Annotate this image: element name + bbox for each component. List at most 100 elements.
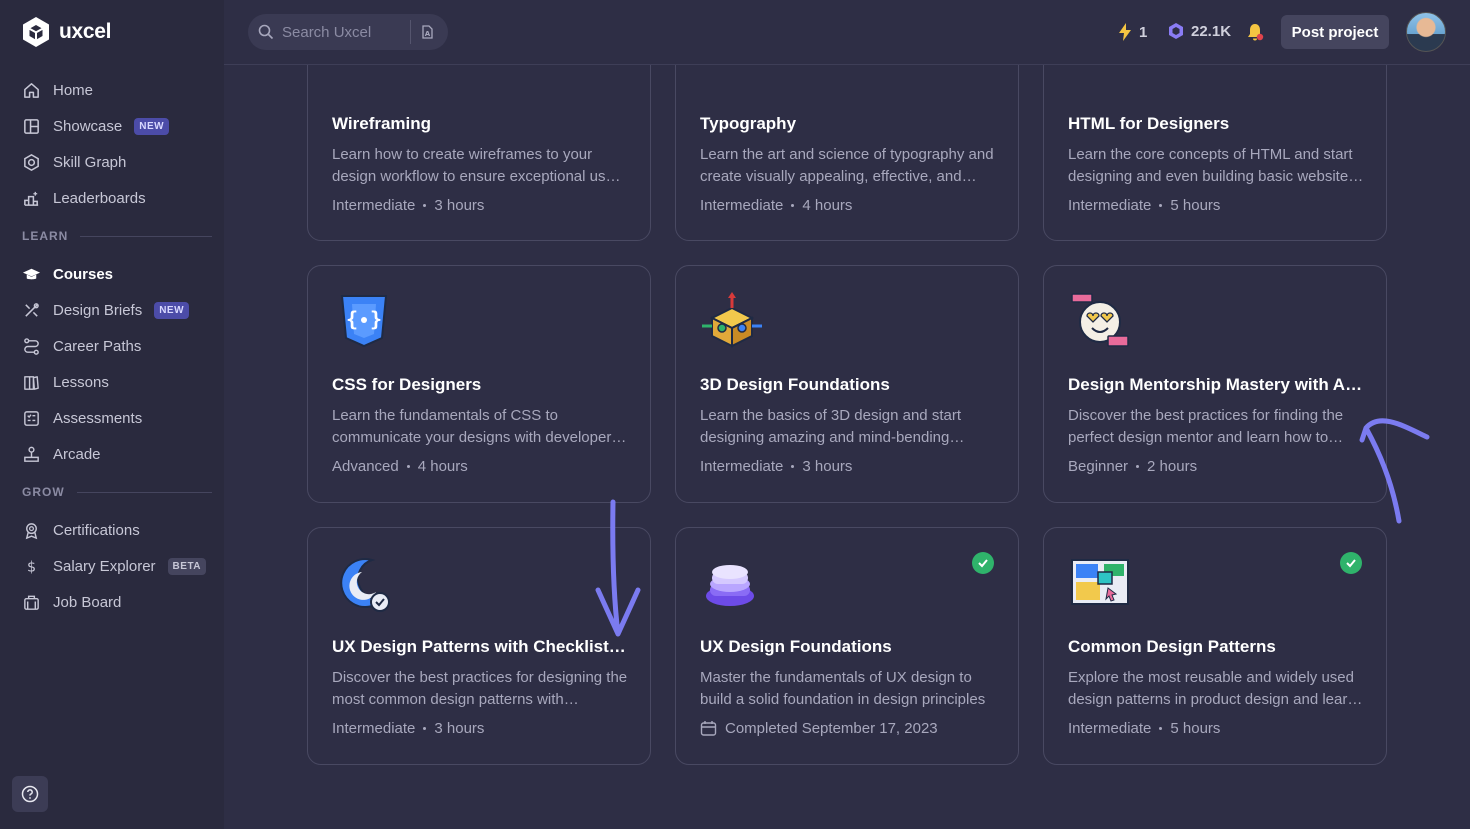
course-description: Learn how to create wireframes to your d… <box>332 146 619 185</box>
course-title: 3D Design Foundations <box>700 375 890 394</box>
xp-counter[interactable]: 22.1K <box>1167 22 1231 40</box>
course-meta: Intermediate 3 hours <box>700 458 852 475</box>
sidebar-item-label: Design Briefs <box>53 301 143 319</box>
course-duration: 3 hours <box>802 458 853 475</box>
sidebar-item-career-paths[interactable]: Career Paths <box>12 328 212 364</box>
user-avatar[interactable] <box>1406 12 1446 52</box>
joystick-icon <box>24 446 39 462</box>
brand-name: uxcel <box>59 20 112 43</box>
course-card-3d-design-foundations[interactable]: 3D Design Foundations Learn the basics o… <box>675 265 1019 503</box>
search-input[interactable] <box>282 23 402 41</box>
sidebar-item-courses[interactable]: Courses <box>12 256 212 292</box>
sidebar-item-skill-graph[interactable]: Skill Graph <box>12 144 212 180</box>
top-bar: A 1 22.1K Post project <box>224 0 1470 65</box>
sidebar-item-label: Skill Graph <box>53 153 127 171</box>
sidebar-item-label: Arcade <box>53 445 101 463</box>
course-card-common-design-patterns[interactable]: Common Design Patterns Explore the most … <box>1043 527 1387 765</box>
course-description: Discover the best practices for designin… <box>332 669 628 708</box>
sidebar-item-home[interactable]: Home <box>12 72 212 108</box>
sidebar-item-label: Showcase <box>53 117 123 135</box>
separator-dot <box>423 204 427 207</box>
course-card-design-mentorship-mastery[interactable]: Design Mentorship Mastery with ADPList D… <box>1043 265 1387 503</box>
layers-stack-icon <box>706 565 754 606</box>
skill-graph-icon <box>24 153 39 171</box>
sidebar-item-label: Assessments <box>53 409 143 427</box>
course-level: Intermediate <box>332 720 416 737</box>
course-title: HTML for Designers <box>1068 114 1230 133</box>
notifications-button[interactable] <box>1245 22 1265 42</box>
bell-icon <box>1248 24 1264 41</box>
sidebar-item-design-briefs[interactable]: Design Briefs NEW <box>12 292 212 328</box>
separator-dot <box>1159 727 1163 730</box>
course-level: Intermediate <box>332 197 416 214</box>
completed-check-icon <box>972 552 994 574</box>
post-project-button[interactable]: Post project <box>1281 15 1389 49</box>
section-label-text: LEARN <box>22 229 69 243</box>
streak-counter[interactable]: 1 <box>1117 22 1147 42</box>
sidebar-item-assessments[interactable]: Assessments <box>12 400 212 436</box>
course-duration: 4 hours <box>802 197 853 214</box>
course-card-ux-design-foundations[interactable]: UX Design Foundations Master the fundame… <box>675 527 1019 765</box>
course-description: Learn the basics of 3D design and start … <box>700 407 961 446</box>
sidebar-item-lessons[interactable]: Lessons <box>12 364 212 400</box>
sidebar-item-job-board[interactable]: Job Board <box>12 584 212 620</box>
xp-hexagon-icon <box>1169 23 1183 39</box>
course-description: Discover the best practices for finding … <box>1068 407 1344 446</box>
course-title: UX Design Patterns with Checklist Design <box>332 637 628 656</box>
completed-date: Completed September 17, 2023 <box>725 720 938 737</box>
course-meta: Completed September 17, 2023 <box>700 720 938 737</box>
new-badge: NEW <box>154 301 190 319</box>
new-badge: NEW <box>134 117 170 135</box>
keyboard-shortcut-icon[interactable]: A <box>419 24 435 40</box>
search-bar[interactable]: A <box>248 14 448 50</box>
course-description: Explore the most reusable and widely use… <box>1068 669 1356 708</box>
course-duration: 3 hours <box>434 720 485 737</box>
showcase-icon <box>24 118 39 134</box>
svg-text:A: A <box>425 30 431 38</box>
sidebar-item-salary-explorer[interactable]: $ Salary Explorer BETA <box>12 548 212 584</box>
sidebar-item-certifications[interactable]: Certifications <box>12 512 212 548</box>
course-card-css-for-designers[interactable]: { } CSS for Designers Learn the fundamen… <box>307 265 651 503</box>
calendar-icon <box>700 721 717 736</box>
lightning-icon <box>1119 23 1131 41</box>
separator-dot <box>1159 204 1163 207</box>
course-card-ux-design-patterns-checklist[interactable]: UX Design Patterns with Checklist Design… <box>307 527 651 765</box>
dollar-icon: $ <box>27 559 36 575</box>
course-level: Advanced <box>332 458 399 475</box>
course-meta: Beginner 2 hours <box>1068 458 1197 475</box>
completed-check-icon <box>1340 552 1362 574</box>
3d-cube-icon <box>702 292 762 348</box>
sidebar-item-leaderboards[interactable]: Leaderboards <box>12 180 212 216</box>
course-duration: 4 hours <box>417 458 468 475</box>
search-divider <box>410 20 411 44</box>
separator-dot <box>406 465 410 468</box>
course-level: Intermediate <box>1068 720 1152 737</box>
course-description: Learn the fundamentals of CSS to communi… <box>332 407 619 446</box>
course-duration: 5 hours <box>1170 197 1221 214</box>
assessments-icon <box>24 410 39 426</box>
course-duration: 5 hours <box>1170 720 1221 737</box>
course-title: Typography <box>700 114 797 133</box>
course-meta: Intermediate 5 hours <box>1068 720 1220 737</box>
course-title: CSS for Designers <box>332 375 482 394</box>
leaderboards-icon <box>24 191 39 206</box>
uxcel-logo[interactable]: uxcel <box>21 16 112 48</box>
help-button[interactable] <box>12 776 48 812</box>
course-meta: Intermediate 4 hours <box>700 197 852 214</box>
course-title: UX Design Foundations <box>700 637 892 656</box>
book-icon <box>24 375 39 390</box>
grow-section-label: GROW <box>12 472 212 512</box>
sidebar-item-showcase[interactable]: Showcase NEW <box>12 108 212 144</box>
beta-badge: BETA <box>167 557 207 575</box>
sidebar-nav: Home Showcase NEW Skill Graph Leaderboar… <box>12 72 212 620</box>
sidebar-item-arcade[interactable]: Arcade <box>12 436 212 472</box>
xp-value: 22.1K <box>1191 22 1232 40</box>
course-meta: Advanced 4 hours <box>332 458 468 475</box>
learn-section-label: LEARN <box>12 216 212 256</box>
course-description: Master the fundamentals of UX design to … <box>700 669 986 708</box>
heart-eyes-emoji-icon <box>1071 293 1129 347</box>
career-paths-icon <box>24 337 39 355</box>
course-level: Intermediate <box>1068 197 1152 214</box>
course-title: Design Mentorship Mastery with ADPList <box>1068 375 1364 394</box>
course-meta: Intermediate 5 hours <box>1068 197 1220 214</box>
